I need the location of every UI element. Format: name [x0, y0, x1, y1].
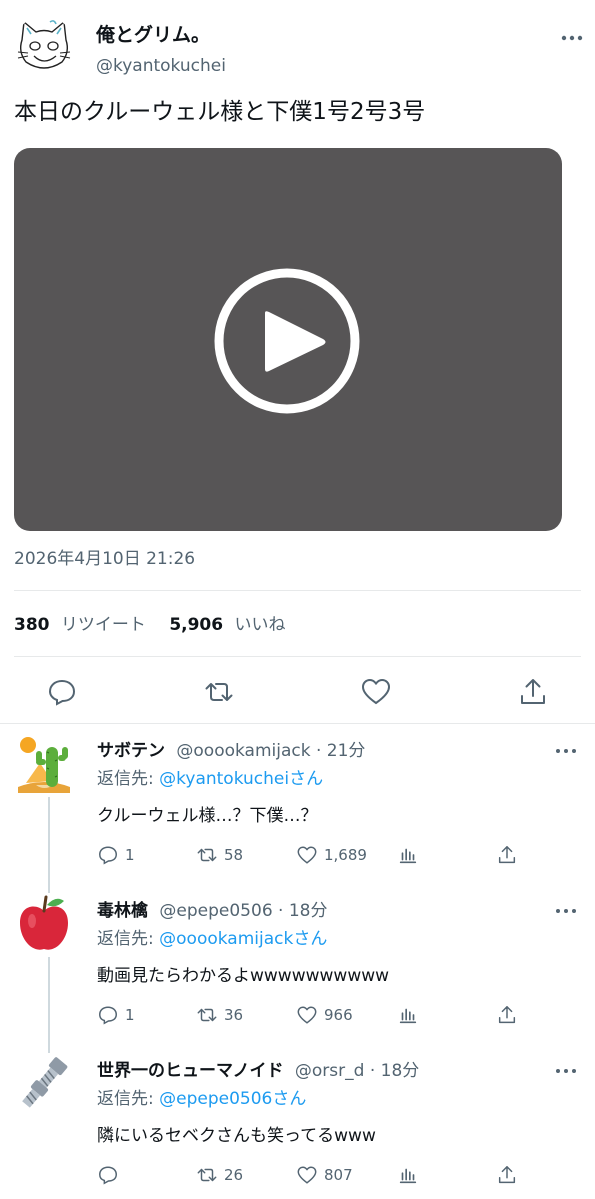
reply-icon [99, 1006, 117, 1025]
retweets-label[interactable]: リツイート [61, 615, 146, 635]
tweet-timestamp[interactable]: 2026年4月10日 21:26 [14, 547, 195, 571]
thread-line [48, 881, 50, 893]
reply-text: 隣にいるセベクさんも笑ってるwww [97, 1126, 376, 1146]
reply-to-link[interactable]: @epepe0506さん [159, 1089, 306, 1109]
retweet-count: 58 [224, 846, 244, 864]
likes-count[interactable]: 5,906 [169, 615, 223, 635]
heart-icon [297, 1006, 317, 1024]
reply-actions: 26 807 [97, 1163, 527, 1187]
reply-author[interactable]: サボテン @ooookamijack · 21分 [97, 739, 365, 763]
reply-count: 1 [125, 1006, 135, 1024]
video-player[interactable] [14, 148, 562, 531]
reply-item[interactable]: 毒林檎 @epepe0506 · 18分 返信先: @ooookamijackさ… [0, 881, 595, 1043]
analytics-icon[interactable] [397, 1163, 425, 1187]
reply-to-prefix: 返信先: [97, 929, 160, 949]
heart-icon [297, 1166, 317, 1184]
retweet-icon [197, 1168, 217, 1182]
reply-meta: @ooookamijack · 21分 [176, 741, 366, 761]
reply-avatar[interactable] [14, 1053, 74, 1113]
more-horizontal-icon[interactable] [555, 903, 577, 917]
reply-to-link[interactable]: @ooookamijackさん [159, 929, 327, 949]
reply-item[interactable]: サボテン @ooookamijack · 21分 返信先: @kyantokuc… [0, 733, 595, 883]
retweet-button[interactable]: 36 [196, 1003, 243, 1027]
reply-author[interactable]: 毒林檎 @epepe0506 · 18分 [97, 899, 327, 923]
tweet-header: 俺とグリム。 @kyantokuchei [14, 16, 584, 80]
more-horizontal-icon[interactable] [555, 1063, 577, 1077]
reply-avatar[interactable] [14, 733, 74, 793]
author-name[interactable]: 俺とグリム。 [96, 24, 210, 46]
analytics-icon[interactable] [397, 843, 425, 867]
share-icon[interactable] [496, 843, 524, 867]
like-count: 807 [324, 1166, 353, 1184]
reply-meta: @epepe0506 · 18分 [159, 901, 328, 921]
reply-text: 動画見たらわかるよwwwwwwwwww [97, 966, 390, 986]
retweet-icon [197, 1008, 217, 1022]
retweet-icon [197, 848, 217, 862]
thread-line [48, 1041, 50, 1053]
reply-to: 返信先: @kyantokucheiさん [97, 767, 323, 791]
reply-actions: 1 36 966 [97, 1003, 527, 1027]
like-button[interactable]: 807 [296, 1163, 353, 1187]
reply-actions: 1 58 1,689 [97, 843, 527, 867]
reply-button[interactable] [97, 1163, 125, 1187]
like-button[interactable]: 966 [296, 1003, 353, 1027]
share-icon[interactable] [517, 676, 549, 708]
reply-item[interactable]: 世界一のヒューマノイド @orsr_d · 18分 返信先: @epepe050… [0, 1041, 595, 1199]
tweet-text: 本日のクルーウェル様と下僕1号2号3号 [14, 99, 426, 125]
divider [0, 723, 595, 724]
reply-icon [99, 1166, 117, 1185]
likes-label[interactable]: いいね [235, 615, 286, 635]
author-avatar[interactable] [14, 16, 74, 76]
reply-author-name[interactable]: サボテン [97, 741, 165, 761]
divider [14, 656, 581, 657]
heart-icon[interactable] [360, 676, 392, 708]
retweet-count: 36 [224, 1006, 244, 1024]
thread-line [48, 797, 50, 883]
retweet-count: 26 [224, 1166, 244, 1184]
reply-button[interactable]: 1 [97, 1003, 135, 1027]
reply-text: クルーウェル様…？下僕…？ [97, 806, 318, 826]
reply-button[interactable]: 1 [97, 843, 135, 867]
retweet-button[interactable]: 58 [196, 843, 243, 867]
play-icon[interactable] [213, 267, 361, 415]
retweet-button[interactable]: 26 [196, 1163, 243, 1187]
reply-to: 返信先: @ooookamijackさん [97, 927, 327, 951]
reply-to-prefix: 返信先: [97, 1089, 160, 1109]
retweets-count[interactable]: 380 [14, 615, 50, 635]
reply-author-name[interactable]: 世界一のヒューマノイド [97, 1061, 284, 1081]
more-horizontal-icon[interactable] [560, 28, 584, 48]
more-horizontal-icon[interactable] [555, 743, 577, 757]
like-button[interactable]: 1,689 [296, 843, 367, 867]
reply-icon[interactable] [46, 676, 78, 708]
reply-meta: @orsr_d · 18分 [294, 1061, 420, 1081]
share-icon[interactable] [496, 1003, 524, 1027]
reply-avatar[interactable] [14, 893, 74, 953]
like-count: 1,689 [324, 846, 367, 864]
analytics-icon[interactable] [397, 1003, 425, 1027]
reply-to-prefix: 返信先: [97, 769, 160, 789]
like-count: 966 [324, 1006, 353, 1024]
heart-icon [297, 846, 317, 864]
reply-to: 返信先: @epepe0506さん [97, 1087, 306, 1111]
reply-author-name[interactable]: 毒林檎 [97, 901, 148, 921]
retweet-icon[interactable] [203, 676, 235, 708]
reply-to-link[interactable]: @kyantokucheiさん [159, 769, 323, 789]
author-handle[interactable]: @kyantokuchei [96, 55, 226, 77]
reply-author[interactable]: 世界一のヒューマノイド @orsr_d · 18分 [97, 1059, 419, 1083]
tweet-stats: 380 リツイート 5,906 いいね [14, 613, 286, 637]
share-icon[interactable] [496, 1163, 524, 1187]
divider [14, 590, 581, 591]
reply-icon [99, 846, 117, 865]
reply-count: 1 [125, 846, 135, 864]
thread-line [48, 957, 50, 1043]
